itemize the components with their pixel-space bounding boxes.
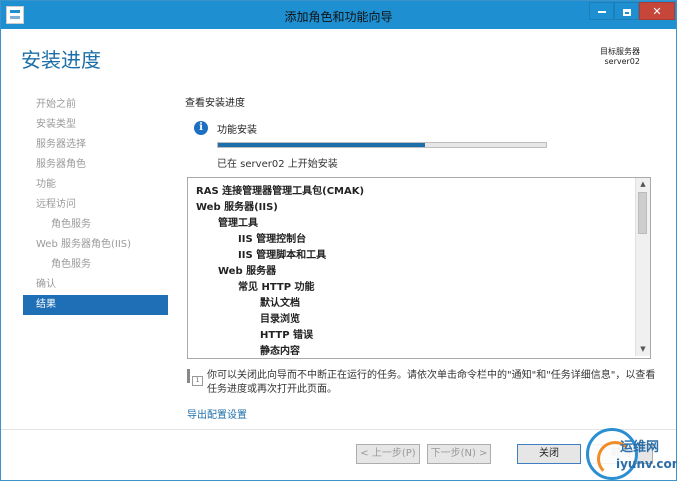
wizard-step-nav: 开始之前 安装类型 服务器选择 服务器角色 功能 远程访问 角色服务 Web 服… [23,95,168,315]
previous-button[interactable]: < 上一步(P) [356,444,420,464]
nav-step-role-services[interactable]: 角色服务 [23,215,168,235]
feature-list-item: IIS 管理控制台 [238,234,307,245]
feature-list[interactable]: RAS 连接管理器管理工具包(CMAK) Web 服务器(IIS) 管理工具 IIS … [187,177,651,359]
feature-list-scrollbar[interactable]: ▲ ▼ [635,178,650,356]
nav-step-features[interactable]: 功能 [23,175,168,195]
flag-pole [187,369,190,383]
feature-list-item: 管理工具 [218,218,258,229]
wizard-window: 添加角色和功能向导 ✕ 安装进度 目标服务器 server02 开始之前 安装类… [0,0,677,481]
nav-step-before-you-begin[interactable]: 开始之前 [23,95,168,115]
scroll-down-icon[interactable]: ▼ [636,343,650,356]
close-button[interactable]: 关闭 [517,444,581,464]
feature-list-item: IIS 管理脚本和工具 [238,250,327,261]
scroll-thumb[interactable] [638,192,647,234]
next-button[interactable]: 下一步(N) > [427,444,491,464]
section-title: 查看安装进度 [185,98,245,109]
title-bar[interactable]: 添加角色和功能向导 ✕ [1,1,676,29]
feature-list-item: Web 服务器 [218,266,277,277]
close-icon: ✕ [652,5,662,18]
nav-step-web-role-services[interactable]: 角色服务 [23,255,168,275]
nav-step-web-server-role[interactable]: Web 服务器角色(IIS) [23,235,168,255]
site-watermark: 运维网 iyunv.com [586,426,677,482]
nav-step-confirmation[interactable]: 确认 [23,275,168,295]
feature-list-item: 静态内容 [260,346,300,357]
install-status-text: 已在 server02 上开始安装 [217,159,338,170]
notification-flag-icon: 1 [187,369,203,386]
progress-label: 功能安装 [217,125,257,136]
maximize-button[interactable] [614,2,639,20]
nav-step-remote-access[interactable]: 远程访问 [23,195,168,215]
info-icon: i [194,121,208,135]
feature-list-item: 常见 HTTP 功能 [238,282,315,293]
nav-step-results[interactable]: 结果 [23,295,168,315]
window-title: 添加角色和功能向导 [284,10,393,24]
destination-server-label: 目标服务器 [600,47,640,56]
destination-server-value: server02 [604,57,640,66]
feature-list-item: 目录浏览 [260,314,300,325]
install-progress-bar [217,142,547,148]
progress-fill [218,143,425,147]
feature-list-item: HTTP 错误 [260,330,314,341]
export-config-link[interactable]: 导出配置设置 [187,406,247,421]
nav-step-server-selection[interactable]: 服务器选择 [23,135,168,155]
flag-box: 1 [192,376,203,386]
page-title: 安装进度 [21,48,101,72]
minimize-icon [597,11,606,13]
footer-divider [1,429,676,430]
nav-step-installation-type[interactable]: 安装类型 [23,115,168,135]
close-window-button[interactable]: ✕ [639,2,675,20]
minimize-button[interactable] [589,2,614,20]
watermark-url-text: iyunv.com [616,457,677,471]
feature-list-item: RAS 连接管理器管理工具包(CMAK) [196,186,365,197]
nav-step-server-roles[interactable]: 服务器角色 [23,155,168,175]
maximize-icon [622,8,631,16]
feature-list-item: 默认文档 [260,298,300,309]
feature-list-item: Web 服务器(IIS) [196,202,278,213]
watermark-cn-text: 运维网 [620,440,660,455]
scroll-up-icon[interactable]: ▲ [636,178,650,191]
feature-list-content: RAS 连接管理器管理工具包(CMAK) Web 服务器(IIS) 管理工具 IIS … [188,178,635,358]
close-wizard-note: 你可以关闭此向导而不中断正在运行的任务。请依次单击命令栏中的"通知"和"任务详细… [207,370,656,395]
